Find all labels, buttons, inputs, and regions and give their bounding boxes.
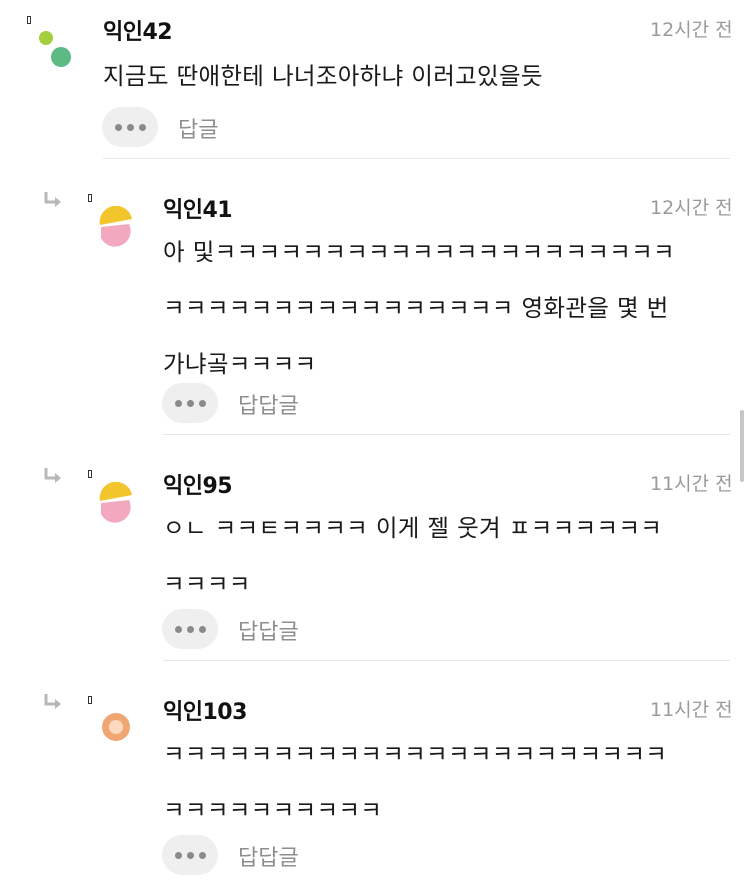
divider (103, 158, 730, 159)
more-dots-icon (186, 851, 194, 859)
scrollbar[interactable] (740, 410, 744, 482)
more-dots-icon (198, 625, 206, 633)
more-dots-icon (186, 625, 194, 633)
avatar (39, 31, 71, 67)
timestamp: 12시간 전 (650, 19, 733, 41)
reply-item: 익인103 11시간 전 ㅋㅋㅋㅋㅋㅋㅋㅋㅋㅋㅋㅋㅋㅋㅋㅋㅋㅋㅋㅋㅋㅋㅋ ㅋㅋㅋ… (0, 662, 750, 885)
reply-button[interactable]: 답글 (178, 112, 218, 144)
comment-text: ㅋㅋㅋㅋㅋㅋㅋㅋㅋㅋㅋㅋㅋㅋㅋㅋㅋㅋㅋㅋㅋㅋㅋ ㅋㅋㅋㅋㅋㅋㅋㅋㅋㅋ (163, 740, 668, 824)
reply-item: 익인41 12시간 전 아 및ㅋㅋㅋㅋㅋㅋㅋㅋㅋㅋㅋㅋㅋㅋㅋㅋㅋㅋㅋㅋㅋ ㅋㅋㅋ… (0, 160, 750, 436)
more-options-button[interactable] (162, 383, 218, 423)
more-dots-icon (174, 399, 182, 407)
more-dots-icon (198, 851, 206, 859)
more-dots-icon (174, 625, 182, 633)
reply-arrow-icon (44, 694, 61, 709)
reply-item: 익인95 11시간 전 ㅇㄴ ㅋㅋㅌㅋㅋㅋㅋ 이게 젤 웃겨 ㅍㅋㅋㅋㅋㅋㅋ ㅋ… (0, 436, 750, 662)
divider (163, 434, 730, 435)
marker-icon (88, 470, 92, 478)
author-name[interactable]: 익인103 (163, 694, 247, 726)
timestamp: 11시간 전 (650, 699, 733, 721)
more-dots-icon (198, 399, 206, 407)
reply-arrow-icon (44, 468, 61, 483)
more-dots-icon (174, 851, 182, 859)
avatar (99, 206, 132, 247)
marker-icon (88, 696, 92, 704)
author-name[interactable]: 익인42 (103, 14, 173, 46)
author-name[interactable]: 익인95 (163, 468, 233, 500)
comment-item: 익인42 12시간 전 지금도 딴애한테 나너조아하냐 이러고있을듯 답글 (0, 0, 750, 160)
avatar (99, 482, 132, 523)
reply-arrow-icon (44, 192, 61, 207)
divider (163, 660, 730, 661)
avatar (102, 713, 130, 741)
marker-icon (27, 16, 31, 24)
more-dots-icon (126, 123, 134, 131)
comment-text: ㅇㄴ ㅋㅋㅌㅋㅋㅋㅋ 이게 젤 웃겨 ㅍㅋㅋㅋㅋㅋㅋ ㅋㅋㅋㅋ (163, 514, 663, 598)
timestamp: 12시간 전 (650, 197, 733, 219)
reply-button[interactable]: 답답글 (238, 614, 299, 646)
reply-button[interactable]: 답답글 (238, 388, 299, 420)
more-dots-icon (186, 399, 194, 407)
author-name[interactable]: 익인41 (163, 192, 233, 224)
more-options-button[interactable] (162, 609, 218, 649)
timestamp: 11시간 전 (650, 473, 733, 495)
reply-button[interactable]: 답답글 (238, 840, 299, 872)
marker-icon (88, 194, 92, 202)
more-options-button[interactable] (102, 107, 158, 147)
more-options-button[interactable] (162, 835, 218, 875)
comment-text: 지금도 딴애한테 나너조아하냐 이러고있을듯 (103, 62, 543, 90)
more-dots-icon (114, 123, 122, 131)
more-dots-icon (138, 123, 146, 131)
comment-text: 아 및ㅋㅋㅋㅋㅋㅋㅋㅋㅋㅋㅋㅋㅋㅋㅋㅋㅋㅋㅋㅋㅋ ㅋㅋㅋㅋㅋㅋㅋㅋㅋㅋㅋㅋㅋㅋㅋ… (163, 238, 675, 378)
